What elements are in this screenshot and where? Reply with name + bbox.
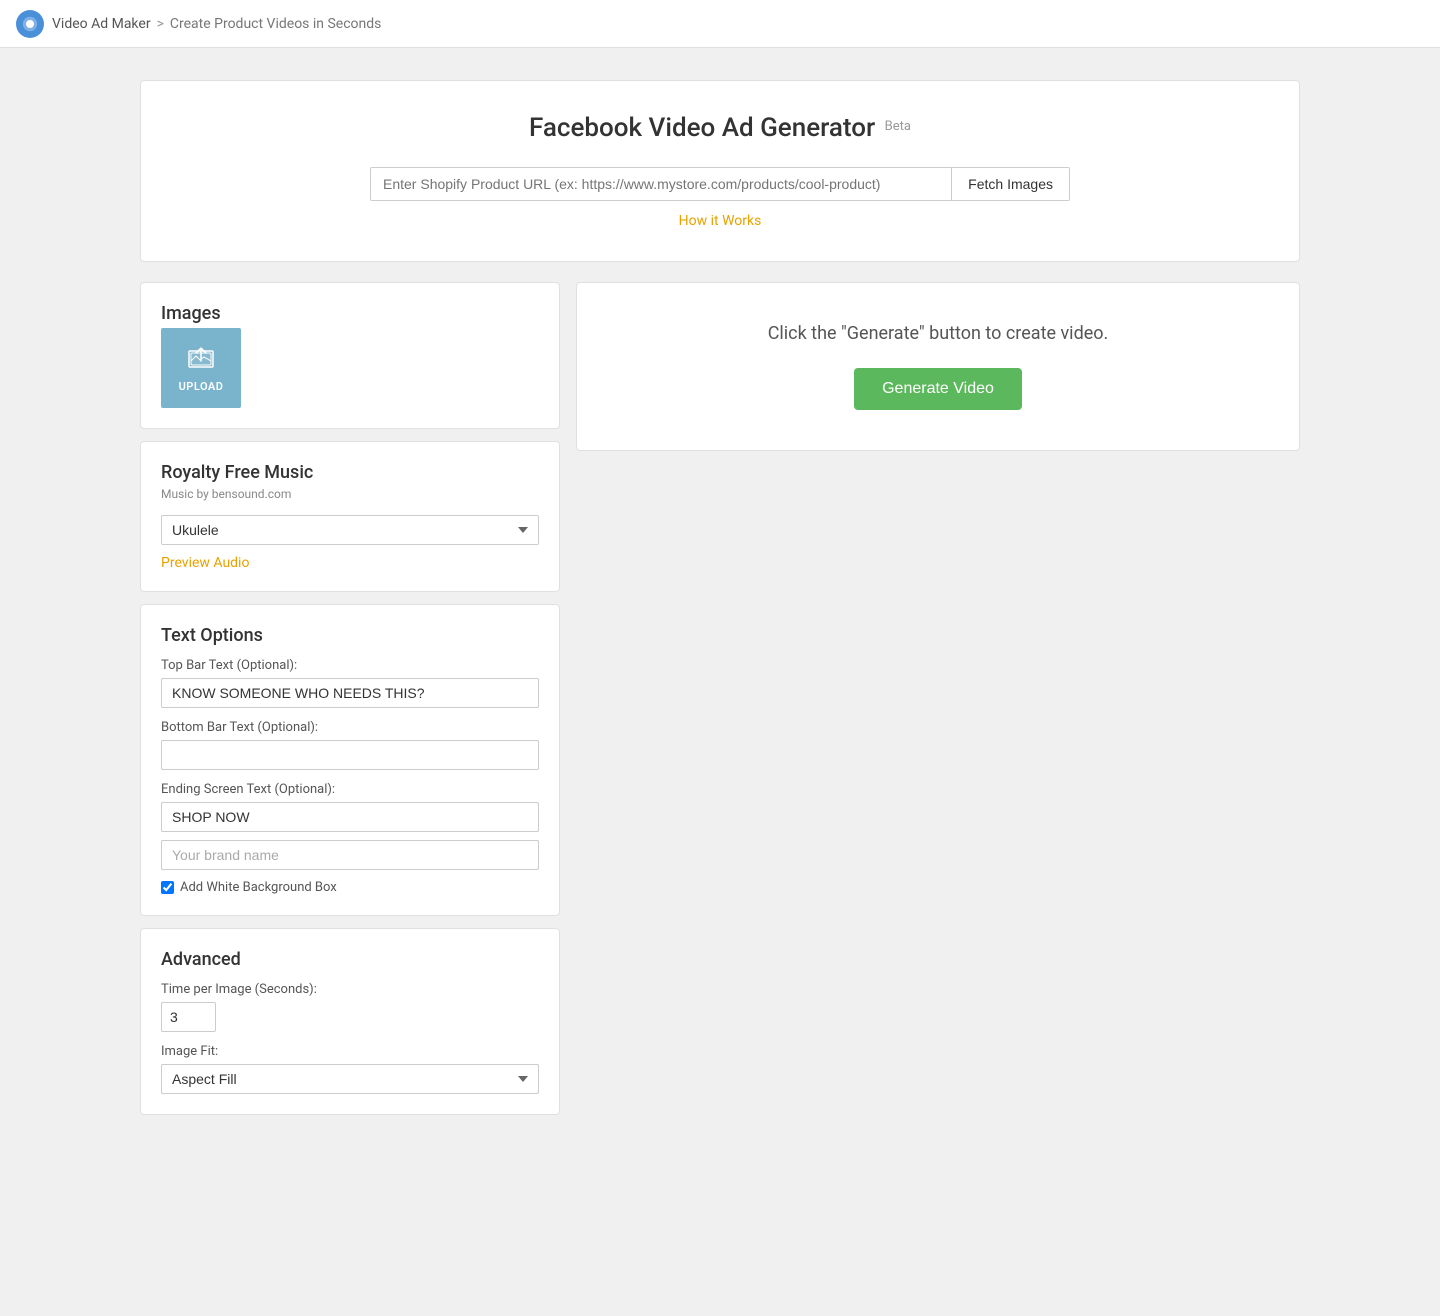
white-bg-checkbox[interactable] [161, 881, 174, 894]
advanced-title: Advanced [161, 949, 539, 970]
how-it-works-link[interactable]: How it Works [173, 213, 1267, 229]
beta-badge: Beta [885, 119, 911, 134]
music-title: Royalty Free Music [161, 462, 539, 483]
top-bar-input[interactable] [161, 678, 539, 708]
fetch-images-button[interactable]: Fetch Images [951, 167, 1070, 201]
breadcrumb-link[interactable]: Video Ad Maker [52, 16, 151, 32]
right-column: Click the "Generate" button to create vi… [576, 282, 1300, 451]
images-section: Images UPLOAD [140, 282, 560, 429]
advanced-section: Advanced Time per Image (Seconds): Image… [140, 928, 560, 1115]
breadcrumb-current: Create Product Videos in Seconds [170, 16, 382, 32]
brand-name-input[interactable] [161, 840, 539, 870]
image-fit-select[interactable]: Aspect Fill Aspect Fit Stretch [161, 1064, 539, 1094]
time-per-image-input[interactable] [161, 1002, 216, 1032]
url-row: Fetch Images [370, 167, 1070, 201]
right-panel: Click the "Generate" button to create vi… [576, 282, 1300, 451]
checkbox-label: Add White Background Box [180, 880, 337, 895]
text-options-title: Text Options [161, 625, 539, 646]
checkbox-row: Add White Background Box [161, 880, 539, 895]
preview-audio-link[interactable]: Preview Audio [161, 555, 249, 571]
bottom-bar-input[interactable] [161, 740, 539, 770]
music-section: Royalty Free Music Music by bensound.com… [140, 441, 560, 592]
images-title: Images [161, 303, 539, 324]
upload-icon [187, 343, 215, 374]
page-title-area: Facebook Video Ad Generator Beta [173, 113, 1267, 143]
generate-video-button[interactable]: Generate Video [854, 368, 1022, 410]
breadcrumb: Video Ad Maker > Create Product Videos i… [52, 16, 381, 32]
ending-screen-input[interactable] [161, 802, 539, 832]
upload-button[interactable]: UPLOAD [161, 328, 241, 408]
two-col-layout: Images UPLOAD Royalty Free Music [140, 282, 1300, 1115]
main-content: Facebook Video Ad Generator Beta Fetch I… [120, 48, 1320, 1147]
left-column: Images UPLOAD Royalty Free Music [140, 282, 560, 1115]
app-logo [16, 10, 44, 38]
breadcrumb-separator: > [157, 16, 164, 32]
music-select[interactable]: Ukulele Acoustic Breeze Creative Minds H… [161, 515, 539, 545]
generate-prompt-message: Click the "Generate" button to create vi… [768, 323, 1109, 344]
image-fit-label: Image Fit: [161, 1044, 539, 1059]
navbar: Video Ad Maker > Create Product Videos i… [0, 0, 1440, 48]
music-subtitle: Music by bensound.com [161, 487, 539, 501]
time-per-image-label: Time per Image (Seconds): [161, 982, 539, 997]
ending-screen-label: Ending Screen Text (Optional): [161, 782, 539, 797]
product-url-input[interactable] [370, 167, 951, 201]
header-card: Facebook Video Ad Generator Beta Fetch I… [140, 80, 1300, 262]
text-options-section: Text Options Top Bar Text (Optional): Bo… [140, 604, 560, 916]
top-bar-label: Top Bar Text (Optional): [161, 658, 539, 673]
upload-label: UPLOAD [179, 380, 224, 393]
bottom-bar-label: Bottom Bar Text (Optional): [161, 720, 539, 735]
page-title: Facebook Video Ad Generator [529, 113, 875, 143]
